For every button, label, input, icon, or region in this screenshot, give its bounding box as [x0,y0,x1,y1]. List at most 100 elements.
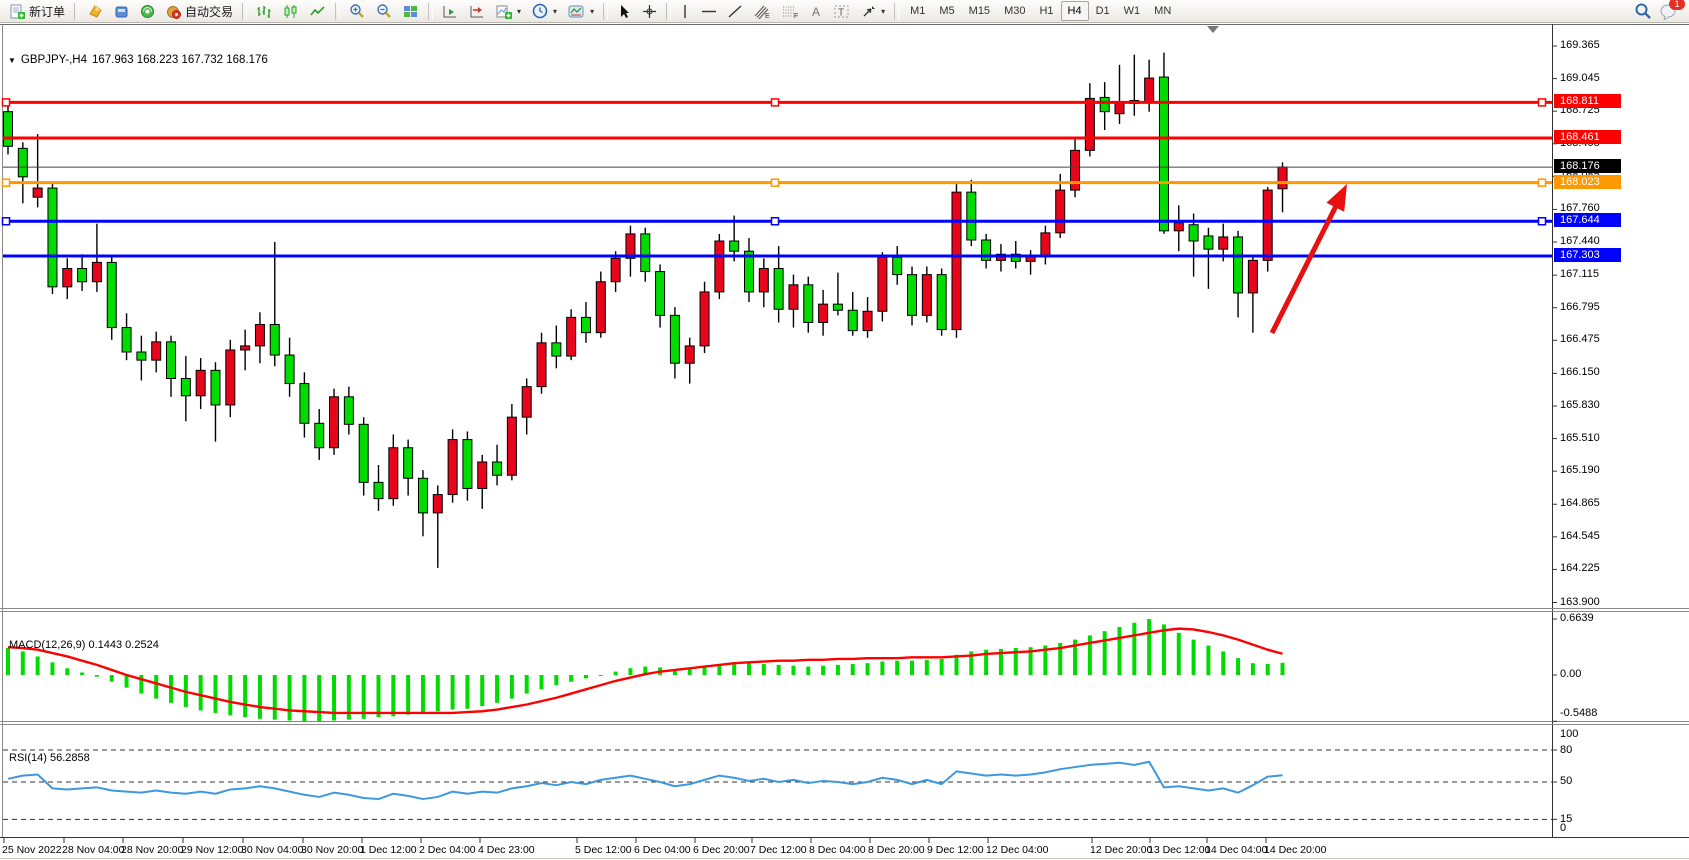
date-axis-label: 29 Nov 12:00 [181,844,243,856]
new-order-button[interactable]: 新订单 [5,1,70,21]
search-icon[interactable] [1634,2,1652,20]
tf-button-M30[interactable]: M30 [997,1,1032,21]
symbol-period-label: GBPJPY-,H4 [21,54,87,66]
zoom-out-icon [376,3,392,19]
grid-tool-button[interactable]: F [777,1,804,21]
bar-chart-button[interactable] [251,1,277,21]
price-axis-tick: 165.510 [1560,432,1630,444]
market-watch-button[interactable] [83,1,108,21]
date-axis-label: 28 Nov 04:00 [62,844,124,856]
tf-button-M5[interactable]: M5 [932,1,961,21]
price-axis-tick: 166.150 [1560,366,1630,378]
date-axis-label: 12 Dec 20:00 [1090,844,1152,856]
price-axis-tick: 167.115 [1560,268,1630,280]
date-axis-label: 14 Dec 20:00 [1264,844,1326,856]
date-axis-label: 8 Dec 20:00 [868,844,925,856]
auto-trading-label: 自动交易 [185,3,233,20]
trendline-tool-button[interactable] [723,1,748,21]
chart-canvas[interactable] [0,24,1689,860]
date-axis-label: 14 Dec 04:00 [1205,844,1267,856]
price-axis-tick: 165.190 [1560,464,1630,476]
horizontal-line-tool-button[interactable] [696,1,722,21]
chart-window[interactable]: ▼ GBPJPY-,H4 167.963 168.223 167.732 168… [0,24,1689,860]
rsi-axis-tick: 80 [1560,744,1630,756]
candlestick-chart-button[interactable] [278,1,304,21]
date-axis-label: 30 Nov 04:00 [241,844,303,856]
date-axis-label: 25 Nov 2022 [2,844,62,856]
text-label-icon: T [834,4,850,19]
arrows-tool-button[interactable]: ▾ [856,1,890,21]
rsi-axis-tick: 50 [1560,775,1630,787]
tf-button-H1[interactable]: H1 [1032,1,1060,21]
macd-axis-tick: -0.5488 [1560,707,1630,719]
chevron-down-icon[interactable]: ▼ [8,56,16,65]
fibonacci-tool-button[interactable]: E [749,1,776,21]
rsi-label: RSI(14) 56.2858 [9,752,90,764]
auto-trading-button[interactable]: 自动交易 [161,1,238,21]
price-axis-tick: 166.795 [1560,301,1630,313]
zoom-in-icon [349,3,365,19]
cursor-icon [617,4,631,19]
tf-button-M15[interactable]: M15 [962,1,997,21]
zoom-in-button[interactable] [344,1,370,21]
crosshair-tool-button[interactable] [637,1,662,21]
tf-button-W1[interactable]: W1 [1117,1,1148,21]
cursor-tool-button[interactable] [612,1,636,21]
price-axis-tick: 166.475 [1560,333,1630,345]
signals-icon [140,4,155,19]
toolbar-separator [428,3,433,20]
price-axis-tick: 163.900 [1560,596,1630,608]
grid-icon: F [782,4,799,19]
auto-scroll-button[interactable] [437,1,463,21]
tf-button-M1[interactable]: M1 [903,1,932,21]
date-axis-label: 4 Dec 23:00 [478,844,535,856]
chevron-down-icon: ▾ [590,7,594,16]
indicators-button[interactable]: ▾ [491,1,526,21]
date-axis-label: 6 Dec 04:00 [634,844,691,856]
template-icon [568,4,585,19]
toolbar-separator [335,3,340,20]
vertical-line-tool-button[interactable] [675,1,695,21]
price-axis-tick: 164.865 [1560,497,1630,509]
tf-button-D1[interactable]: D1 [1089,1,1117,21]
svg-text:E: E [765,13,770,19]
date-axis-label: 2 Dec 04:00 [419,844,476,856]
date-axis-label: 7 Dec 12:00 [750,844,807,856]
date-axis-label: 6 Dec 20:00 [693,844,750,856]
templates-button[interactable]: ▾ [563,1,599,21]
market-icon [88,4,103,19]
notifications-icon[interactable]: 1 [1660,3,1678,20]
price-axis-tick: 167.440 [1560,235,1630,247]
horizontal-line-icon [701,4,717,19]
auto-trading-icon [166,4,181,19]
vertical-line-icon [680,4,690,19]
price-badge-167.644: 167.644 [1554,213,1621,227]
clock-icon [532,3,548,19]
periods-button[interactable]: ▾ [527,1,562,21]
indicators-icon [496,4,512,19]
text-label-tool-button[interactable]: T [829,1,855,21]
tf-button-MN[interactable]: MN [1147,1,1178,21]
new-order-icon [10,4,25,19]
chart-shift-button[interactable] [464,1,490,21]
tf-button-H4[interactable]: H4 [1061,1,1089,21]
line-chart-button[interactable] [305,1,331,21]
arrows-icon [861,4,876,19]
notification-count-badge: 1 [1669,0,1685,10]
tile-windows-icon [403,4,419,19]
toolbar-separator [603,3,608,20]
zoom-out-button[interactable] [371,1,397,21]
date-axis-label: 28 Nov 20:00 [121,844,183,856]
data-window-button[interactable] [109,1,134,21]
toolbar-separator [242,3,247,20]
price-axis-tick: 169.045 [1560,72,1630,84]
toolbar-separator [74,3,79,20]
date-axis-label: 13 Dec 12:00 [1148,844,1210,856]
timeframe-toolbar: M1M5M15M30H1H4D1W1MN [903,1,1178,21]
price-axis-tick: 164.545 [1560,530,1630,542]
price-badge-168.176: 168.176 [1554,159,1621,173]
tile-windows-button[interactable] [398,1,424,21]
signals-button[interactable] [135,1,160,21]
text-tool-button[interactable]: A [805,1,828,21]
candlestick-chart-icon [283,4,299,19]
